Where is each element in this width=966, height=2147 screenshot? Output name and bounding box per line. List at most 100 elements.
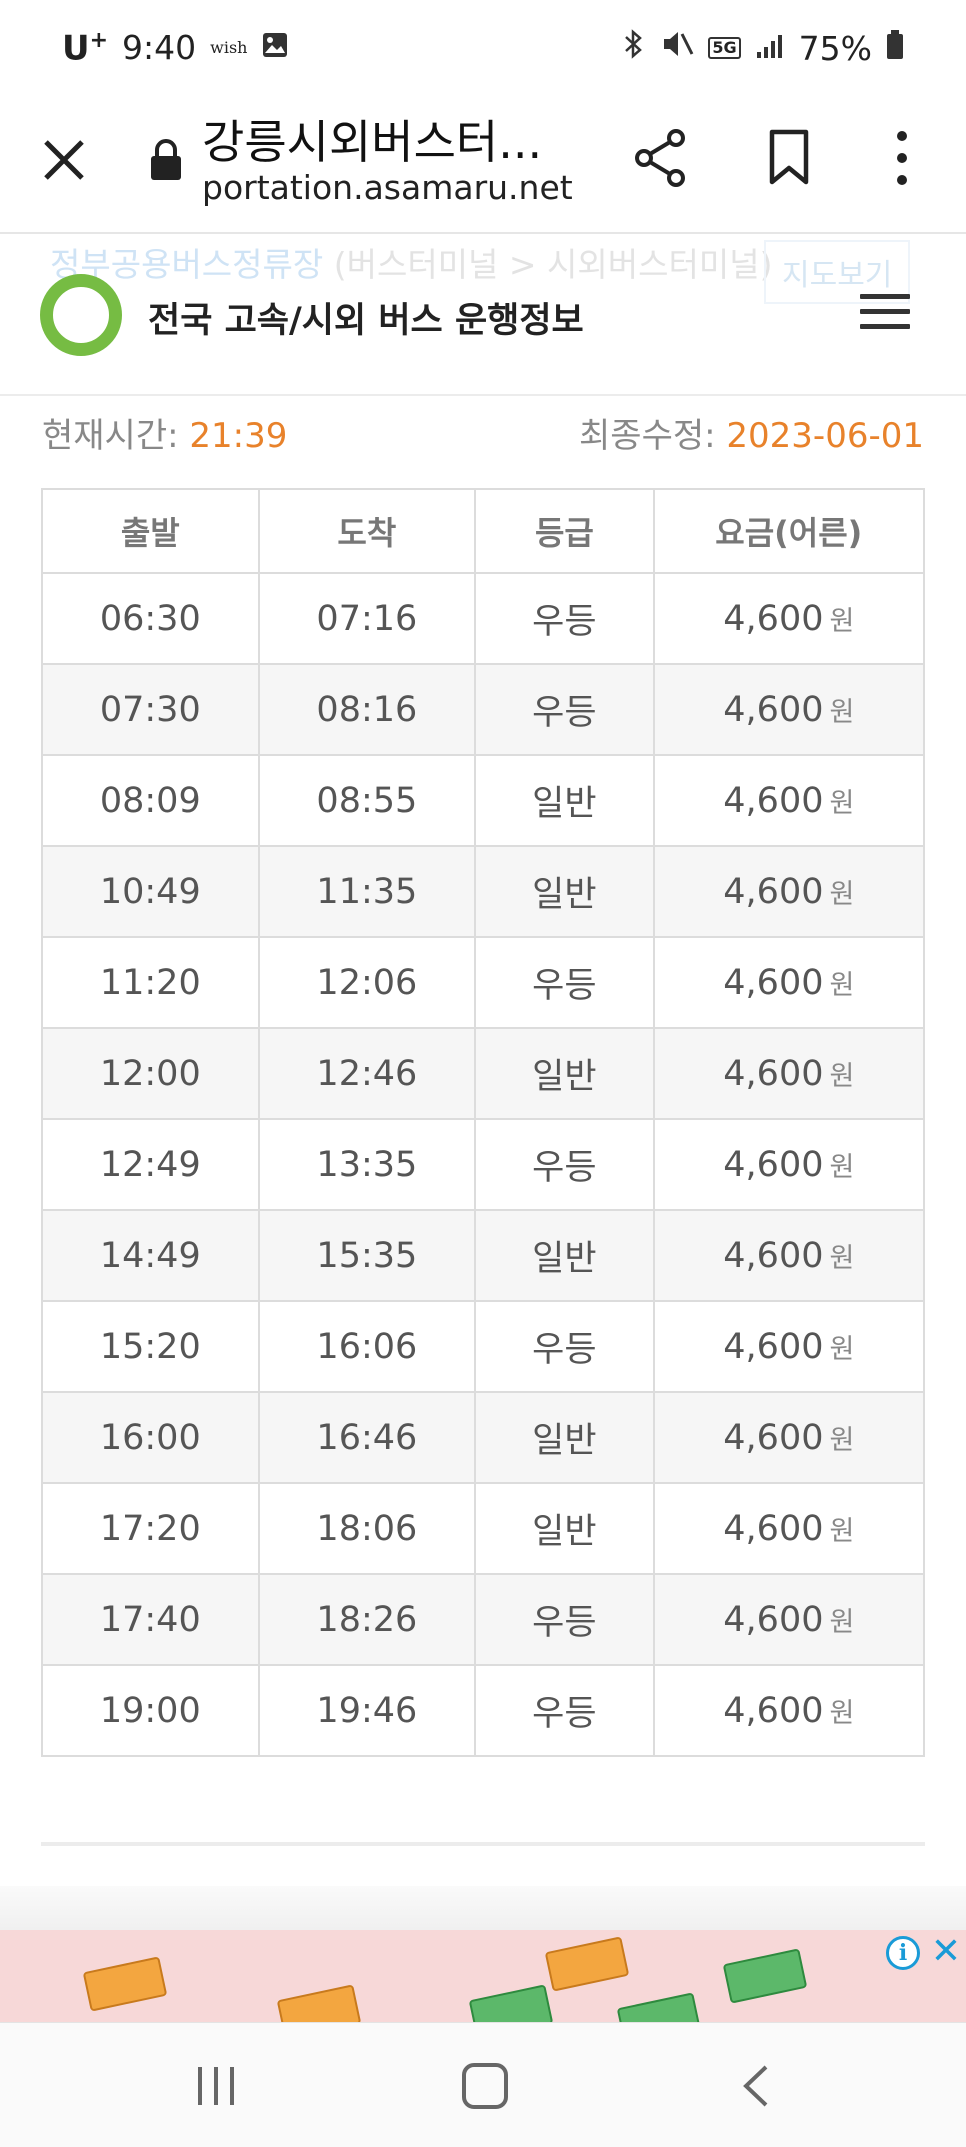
arrival-cell: 18:26 — [257, 1573, 477, 1666]
back-icon[interactable] — [740, 2063, 770, 2109]
ad-info-icon[interactable]: i — [886, 1936, 920, 1970]
arrival-cell: 12:06 — [257, 936, 477, 1029]
share-icon[interactable] — [630, 126, 690, 190]
grade-cell: 일반 — [474, 845, 655, 938]
status-bar: U+ 9:40 wish 5G 75% — [0, 0, 966, 96]
recent-apps-icon[interactable] — [194, 2065, 238, 2107]
wish-label: wish — [210, 38, 248, 58]
banknote-image — [616, 1992, 702, 2022]
fare-amount: 4,600 — [723, 1690, 824, 1731]
last-modified: 최종수정: 2023-06-01 — [579, 416, 924, 456]
fare-cell: 4,600 원 — [652, 936, 926, 1029]
departure-cell: 07:30 — [41, 663, 260, 756]
header-fare: 요금(어른) — [652, 488, 926, 574]
arrival-cell: 13:35 — [257, 1118, 477, 1211]
table-row: 12:00 12:46 일반 4,600 원 — [41, 1027, 926, 1120]
system-nav-bar — [0, 2022, 966, 2147]
table-row: 11:20 12:06 우등 4,600 원 — [41, 936, 926, 1029]
departure-cell: 11:20 — [41, 936, 260, 1029]
fare-amount: 4,600 — [723, 780, 824, 821]
currency-unit: 원 — [829, 1242, 855, 1274]
currency-unit: 원 — [829, 787, 855, 819]
arrival-cell: 07:16 — [257, 572, 477, 665]
departure-cell: 08:09 — [41, 754, 260, 847]
currency-unit: 원 — [829, 1151, 855, 1183]
banknote-image — [468, 1984, 554, 2022]
banknote-image — [544, 1936, 630, 1992]
fare-cell: 4,600 원 — [652, 845, 926, 938]
fare-amount: 4,600 — [723, 1326, 824, 1367]
section-gap — [0, 1886, 966, 1930]
fare-cell: 4,600 원 — [652, 1027, 926, 1120]
fare-amount: 4,600 — [723, 1053, 824, 1094]
fare-cell: 4,600 원 — [652, 1209, 926, 1302]
page-title[interactable]: 강릉시외버스터... — [202, 106, 542, 172]
table-row: 06:30 07:16 우등 4,600 원 — [41, 572, 926, 665]
banknote-image — [722, 1948, 808, 2004]
fare-amount: 4,600 — [723, 962, 824, 1003]
battery-icon — [886, 29, 904, 68]
table-row: 07:30 08:16 우등 4,600 원 — [41, 663, 926, 756]
arrival-cell: 16:06 — [257, 1300, 477, 1393]
site-title[interactable]: 전국 고속/시외 버스 운행정보 — [148, 292, 584, 343]
header-arrival: 도착 — [257, 488, 477, 574]
fare-cell: 4,600 원 — [652, 572, 926, 665]
departure-cell: 12:49 — [41, 1118, 260, 1211]
currency-unit: 원 — [829, 696, 855, 728]
more-icon[interactable] — [882, 126, 922, 190]
grade-cell: 우등 — [474, 1300, 655, 1393]
table-row: 08:09 08:55 일반 4,600 원 — [41, 754, 926, 847]
home-icon[interactable] — [462, 2063, 508, 2109]
url-text[interactable]: portation.asamaru.net — [202, 168, 573, 207]
fare-amount: 4,600 — [723, 689, 824, 730]
currency-unit: 원 — [829, 1333, 855, 1365]
fare-cell: 4,600 원 — [652, 663, 926, 756]
fare-amount: 4,600 — [723, 871, 824, 912]
status-time: 9:40 — [122, 28, 197, 68]
grade-cell: 우등 — [474, 663, 655, 756]
departure-cell: 16:00 — [41, 1391, 260, 1484]
info-line: 현재시간: 21:39 최종수정: 2023-06-01 — [42, 408, 924, 458]
currency-unit: 원 — [829, 969, 855, 1001]
arrival-cell: 16:46 — [257, 1391, 477, 1484]
mute-icon — [660, 28, 694, 68]
fare-amount: 4,600 — [723, 1508, 824, 1549]
departure-cell: 12:00 — [41, 1027, 260, 1120]
fare-amount: 4,600 — [723, 1599, 824, 1640]
header-departure: 출발 — [41, 488, 260, 574]
grade-cell: 우등 — [474, 936, 655, 1029]
divider — [41, 1842, 925, 1846]
arrival-cell: 19:46 — [257, 1664, 477, 1757]
arrival-cell: 08:16 — [257, 663, 477, 756]
site-logo[interactable] — [40, 274, 122, 356]
fare-amount: 4,600 — [723, 598, 824, 639]
grade-cell: 일반 — [474, 754, 655, 847]
close-icon[interactable] — [34, 130, 94, 190]
grade-cell: 우등 — [474, 1664, 655, 1757]
arrival-cell: 12:46 — [257, 1027, 477, 1120]
browser-toolbar: 강릉시외버스터... portation.asamaru.net — [0, 96, 966, 234]
departure-cell: 19:00 — [41, 1664, 260, 1757]
departure-cell: 17:20 — [41, 1482, 260, 1575]
grade-cell: 일반 — [474, 1391, 655, 1484]
banknote-image — [82, 1956, 168, 2012]
grade-cell: 일반 — [474, 1482, 655, 1575]
timetable: 출발 도착 등급 요금(어른) 06:30 07:16 우등 4,600 원 07:30 0… — [41, 488, 926, 1757]
table-row: 15:20 16:06 우등 4,600 원 — [41, 1300, 926, 1393]
arrival-cell: 18:06 — [257, 1482, 477, 1575]
current-time: 현재시간: 21:39 — [42, 416, 288, 456]
departure-cell: 15:20 — [41, 1300, 260, 1393]
menu-icon[interactable] — [860, 294, 910, 334]
fare-cell: 4,600 원 — [652, 754, 926, 847]
ad-banner[interactable]: i ✕ — [0, 1930, 966, 2022]
grade-cell: 우등 — [474, 1118, 655, 1211]
site-header: 정부공용버스정류장 (버스터미널 > 시외버스터미널) 지도보기 전국 고속/시… — [0, 236, 966, 396]
currency-unit: 원 — [829, 1697, 855, 1729]
bookmark-icon[interactable] — [764, 126, 814, 190]
battery-percent: 75% — [798, 28, 872, 68]
currency-unit: 원 — [829, 1060, 855, 1092]
signal-icon — [755, 29, 785, 68]
departure-cell: 17:40 — [41, 1573, 260, 1666]
ad-close-icon[interactable]: ✕ — [928, 1934, 964, 1970]
fare-amount: 4,600 — [723, 1235, 824, 1276]
